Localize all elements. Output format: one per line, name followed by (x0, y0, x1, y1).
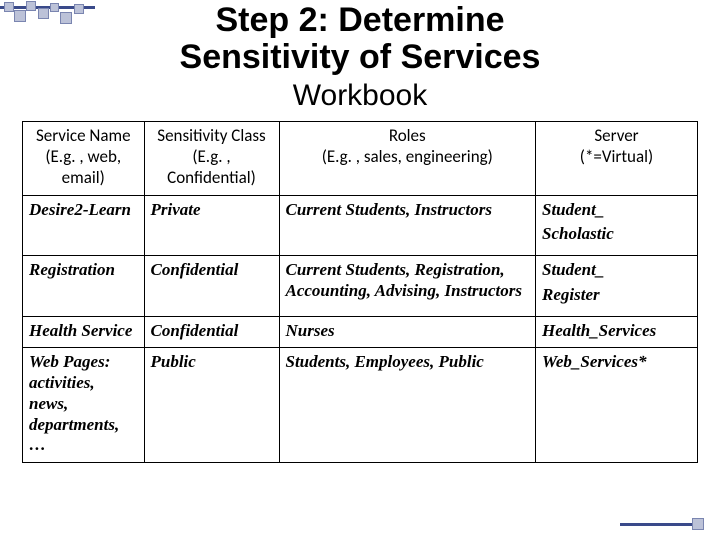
cell-service-name: Web Pages: activities, news, departments… (23, 348, 145, 463)
col-roles: Roles (E.g. , sales, engineering) (279, 122, 536, 195)
header-text: Server (594, 125, 638, 146)
cell-sensitivity: Public (144, 348, 279, 463)
cell-sensitivity: Confidential (144, 256, 279, 316)
col-sensitivity: Sensitivity Class (E.g. , Confidential) (144, 122, 279, 195)
services-table: Service Name (E.g. , web, email) Sensiti… (22, 121, 698, 463)
cell-roles: Students, Employees, Public (279, 348, 536, 463)
cell-sensitivity: Private (144, 195, 279, 255)
decorative-footer (620, 516, 710, 534)
header-text: Roles (389, 125, 426, 146)
decorative-header-squares (0, 0, 100, 30)
cell-server: Web_Services* (536, 348, 698, 463)
slide-subtitle: Workbook (22, 79, 698, 113)
col-server: Server (*=Virtual) (536, 122, 698, 195)
title-line-2: Sensitivity of Services (180, 38, 541, 76)
cell-roles: Nurses (279, 316, 536, 348)
slide-content: Step 2: Determine Sensitivity of Service… (0, 0, 720, 481)
server-line: Student_ (542, 200, 691, 221)
cell-sensitivity: Confidential (144, 316, 279, 348)
header-hint: (E.g. , sales, engineering) (322, 146, 493, 167)
header-hint: (E.g. , web, email) (45, 146, 121, 188)
col-service-name: Service Name (E.g. , web, email) (23, 122, 145, 195)
cell-server: Health_Services (536, 316, 698, 348)
header-text: Service Name (36, 125, 131, 146)
cell-service-name: Health Service (23, 316, 145, 348)
header-text: Sensitivity Class (157, 125, 265, 146)
cell-roles: Current Students, Registration, Accounti… (279, 256, 536, 316)
slide-title: Step 2: Determine Sensitivity of Service… (22, 0, 698, 75)
cell-service-name: Registration (23, 256, 145, 316)
server-line: Student_ (542, 260, 691, 281)
server-line: Register (542, 285, 691, 306)
cell-server: Student_ Scholastic (536, 195, 698, 255)
cell-service-name: Desire2-Learn (23, 195, 145, 255)
table-row: Web Pages: activities, news, departments… (23, 348, 698, 463)
cell-roles: Current Students, Instructors (279, 195, 536, 255)
header-hint: (E.g. , Confidential) (167, 146, 256, 188)
table-row: Registration Confidential Current Studen… (23, 256, 698, 316)
table-header-row: Service Name (E.g. , web, email) Sensiti… (23, 122, 698, 195)
cell-server: Student_ Register (536, 256, 698, 316)
title-line-1: Step 2: Determine (215, 1, 504, 39)
server-line: Scholastic (542, 224, 691, 245)
header-hint: (*=Virtual) (580, 146, 653, 167)
table-row: Desire2-Learn Private Current Students, … (23, 195, 698, 255)
table-row: Health Service Confidential Nurses Healt… (23, 316, 698, 348)
